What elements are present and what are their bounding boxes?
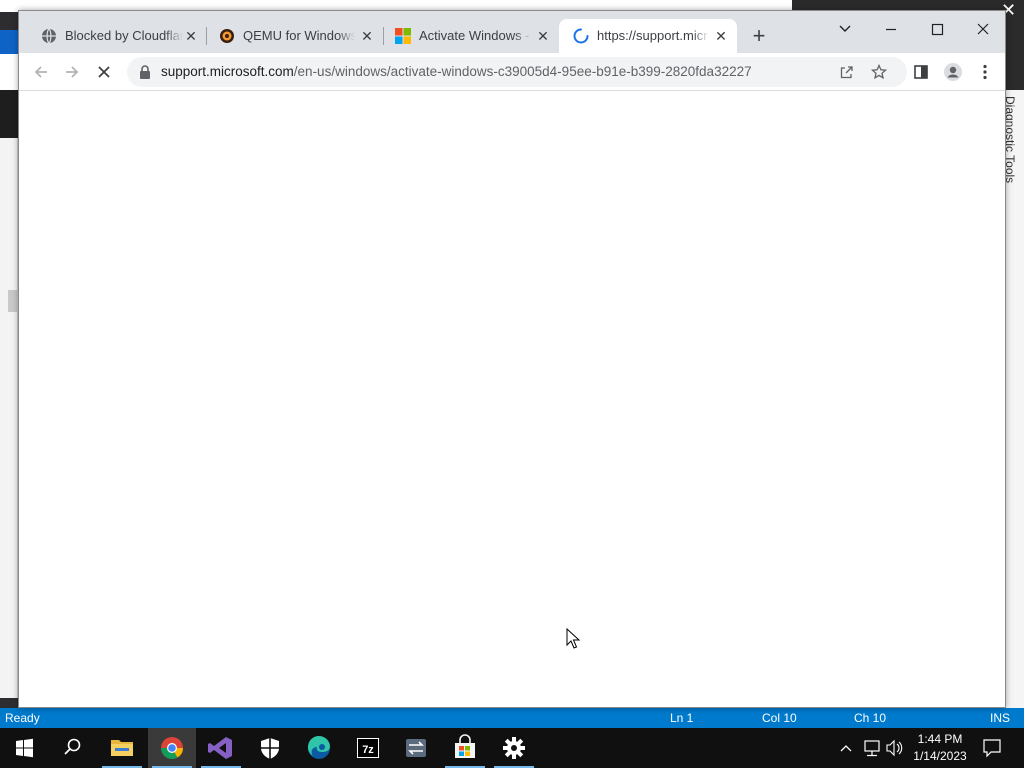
new-tab-button[interactable]: + bbox=[749, 25, 769, 47]
lock-icon[interactable] bbox=[139, 65, 151, 79]
tab-close-icon[interactable]: ✕ bbox=[183, 28, 199, 44]
editor-left-panel bbox=[0, 138, 18, 698]
minimize-button[interactable] bbox=[868, 15, 914, 45]
search-button[interactable] bbox=[48, 728, 96, 768]
status-line[interactable]: Ln 1 bbox=[670, 711, 693, 725]
shield-icon bbox=[261, 738, 279, 759]
status-column[interactable]: Col 10 bbox=[762, 711, 797, 725]
network-button[interactable] bbox=[862, 728, 882, 768]
avatar-icon bbox=[944, 63, 962, 81]
editor-scrollbar-thumb[interactable] bbox=[8, 290, 17, 312]
url-host: support.microsoft.com bbox=[161, 64, 294, 79]
remote-transfer-button[interactable] bbox=[392, 728, 440, 768]
clock-date: 1/14/2023 bbox=[913, 749, 967, 763]
tab-title: https://support.microsoft.com bbox=[597, 28, 709, 43]
store-icon bbox=[455, 734, 475, 758]
stop-loading-button[interactable] bbox=[94, 62, 114, 82]
store-button[interactable] bbox=[441, 728, 489, 768]
stop-icon bbox=[98, 66, 110, 78]
qemu-icon bbox=[220, 29, 234, 43]
profile-button[interactable] bbox=[943, 62, 963, 82]
chrome-menu-button[interactable] bbox=[975, 62, 995, 82]
maximize-icon bbox=[931, 23, 944, 36]
folder-icon bbox=[111, 740, 133, 756]
tab-close-icon[interactable]: ✕ bbox=[713, 28, 729, 44]
taskbar-clock[interactable]: 1:44 PM 1/14/2023 bbox=[908, 731, 972, 765]
windows-security-button[interactable] bbox=[246, 728, 294, 768]
chrome-taskbar-button[interactable] bbox=[148, 728, 196, 768]
tab-qemu-for-windows[interactable]: QEMU for Windows - Installers ✕ bbox=[205, 19, 383, 53]
volume-button[interactable] bbox=[884, 728, 904, 768]
chevron-down-icon bbox=[839, 25, 851, 32]
status-insert-mode[interactable]: INS bbox=[990, 711, 1010, 725]
windows-logo-icon bbox=[16, 738, 33, 758]
status-ready: Ready bbox=[5, 711, 40, 725]
address-bar[interactable]: support.microsoft.com/en-us/windows/acti… bbox=[127, 57, 907, 87]
editor-left-panel-dark bbox=[0, 90, 18, 138]
file-explorer-button[interactable] bbox=[98, 728, 146, 768]
back-button[interactable] bbox=[31, 62, 51, 82]
address-url: support.microsoft.com/en-us/windows/acti… bbox=[161, 64, 752, 79]
tab-title: Blocked by Cloudflare bbox=[65, 28, 183, 43]
tab-close-icon[interactable]: ✕ bbox=[359, 28, 375, 44]
share-icon[interactable] bbox=[839, 64, 855, 80]
svg-text:7z: 7z bbox=[362, 744, 374, 756]
edge-icon bbox=[307, 735, 330, 759]
mouse-cursor-icon bbox=[566, 628, 581, 649]
network-icon bbox=[864, 740, 880, 757]
arrow-left-icon bbox=[34, 66, 47, 78]
tab-support-microsoft-loading[interactable]: https://support.microsoft.com ✕ bbox=[559, 19, 737, 53]
chrome-icon bbox=[161, 737, 183, 759]
tab-blocked-by-cloudflare[interactable]: Blocked by Cloudflare ✕ bbox=[27, 19, 207, 53]
arrow-right-icon bbox=[66, 66, 79, 78]
settings-button[interactable] bbox=[490, 728, 538, 768]
chrome-browser-window: Blocked by Cloudflare ✕ QEMU for Windows… bbox=[18, 10, 1006, 708]
visual-studio-icon bbox=[208, 737, 232, 759]
windows-taskbar: 7z 1:44 PM 1/14/2023 bbox=[0, 728, 1024, 768]
start-button[interactable] bbox=[0, 728, 48, 768]
bookmark-star-icon[interactable] bbox=[871, 64, 887, 80]
editor-status-bar: Ready Ln 1 Col 10 Ch 10 INS bbox=[0, 708, 1024, 728]
tab-title: Activate Windows - Microsoft Support bbox=[419, 28, 531, 43]
show-hidden-icons-button[interactable] bbox=[838, 728, 854, 768]
search-icon bbox=[64, 738, 81, 755]
visual-studio-button[interactable] bbox=[197, 728, 245, 768]
chevron-up-icon bbox=[840, 745, 852, 752]
side-panel-icon bbox=[914, 65, 928, 79]
more-vertical-icon bbox=[983, 64, 987, 80]
clock-time: 1:44 PM bbox=[917, 732, 963, 746]
browser-toolbar: support.microsoft.com/en-us/windows/acti… bbox=[19, 53, 1005, 91]
tab-title: QEMU for Windows - Installers bbox=[243, 28, 355, 43]
side-panel-button[interactable] bbox=[911, 62, 931, 82]
transfer-icon bbox=[406, 739, 426, 757]
maximize-button[interactable] bbox=[914, 15, 960, 45]
action-center-button[interactable] bbox=[980, 728, 1004, 768]
close-window-button[interactable] bbox=[960, 15, 1006, 45]
minimize-icon bbox=[886, 28, 896, 31]
7zip-icon: 7z bbox=[357, 738, 379, 758]
tab-strip: Blocked by Cloudflare ✕ QEMU for Windows… bbox=[19, 11, 1005, 53]
forward-button[interactable] bbox=[62, 62, 82, 82]
page-viewport[interactable] bbox=[19, 91, 1005, 707]
close-icon bbox=[977, 23, 989, 35]
tab-close-icon[interactable]: ✕ bbox=[535, 28, 551, 44]
tab-search-button[interactable] bbox=[822, 15, 868, 45]
notification-icon bbox=[983, 739, 1001, 758]
tab-activate-windows[interactable]: Activate Windows - Microsoft Support ✕ bbox=[381, 19, 559, 53]
url-path: /en-us/windows/activate-windows-c39005d4… bbox=[293, 64, 752, 79]
editor-left-panel-top bbox=[0, 54, 18, 90]
gear-icon bbox=[503, 737, 525, 759]
microsoft-icon bbox=[395, 28, 411, 44]
editor-left-accent bbox=[0, 30, 18, 54]
speaker-icon bbox=[886, 739, 903, 757]
loading-spinner-icon bbox=[573, 28, 589, 44]
globe-icon bbox=[42, 28, 56, 44]
edge-button[interactable] bbox=[295, 728, 343, 768]
7zip-button[interactable]: 7z bbox=[344, 728, 392, 768]
status-char[interactable]: Ch 10 bbox=[854, 711, 886, 725]
